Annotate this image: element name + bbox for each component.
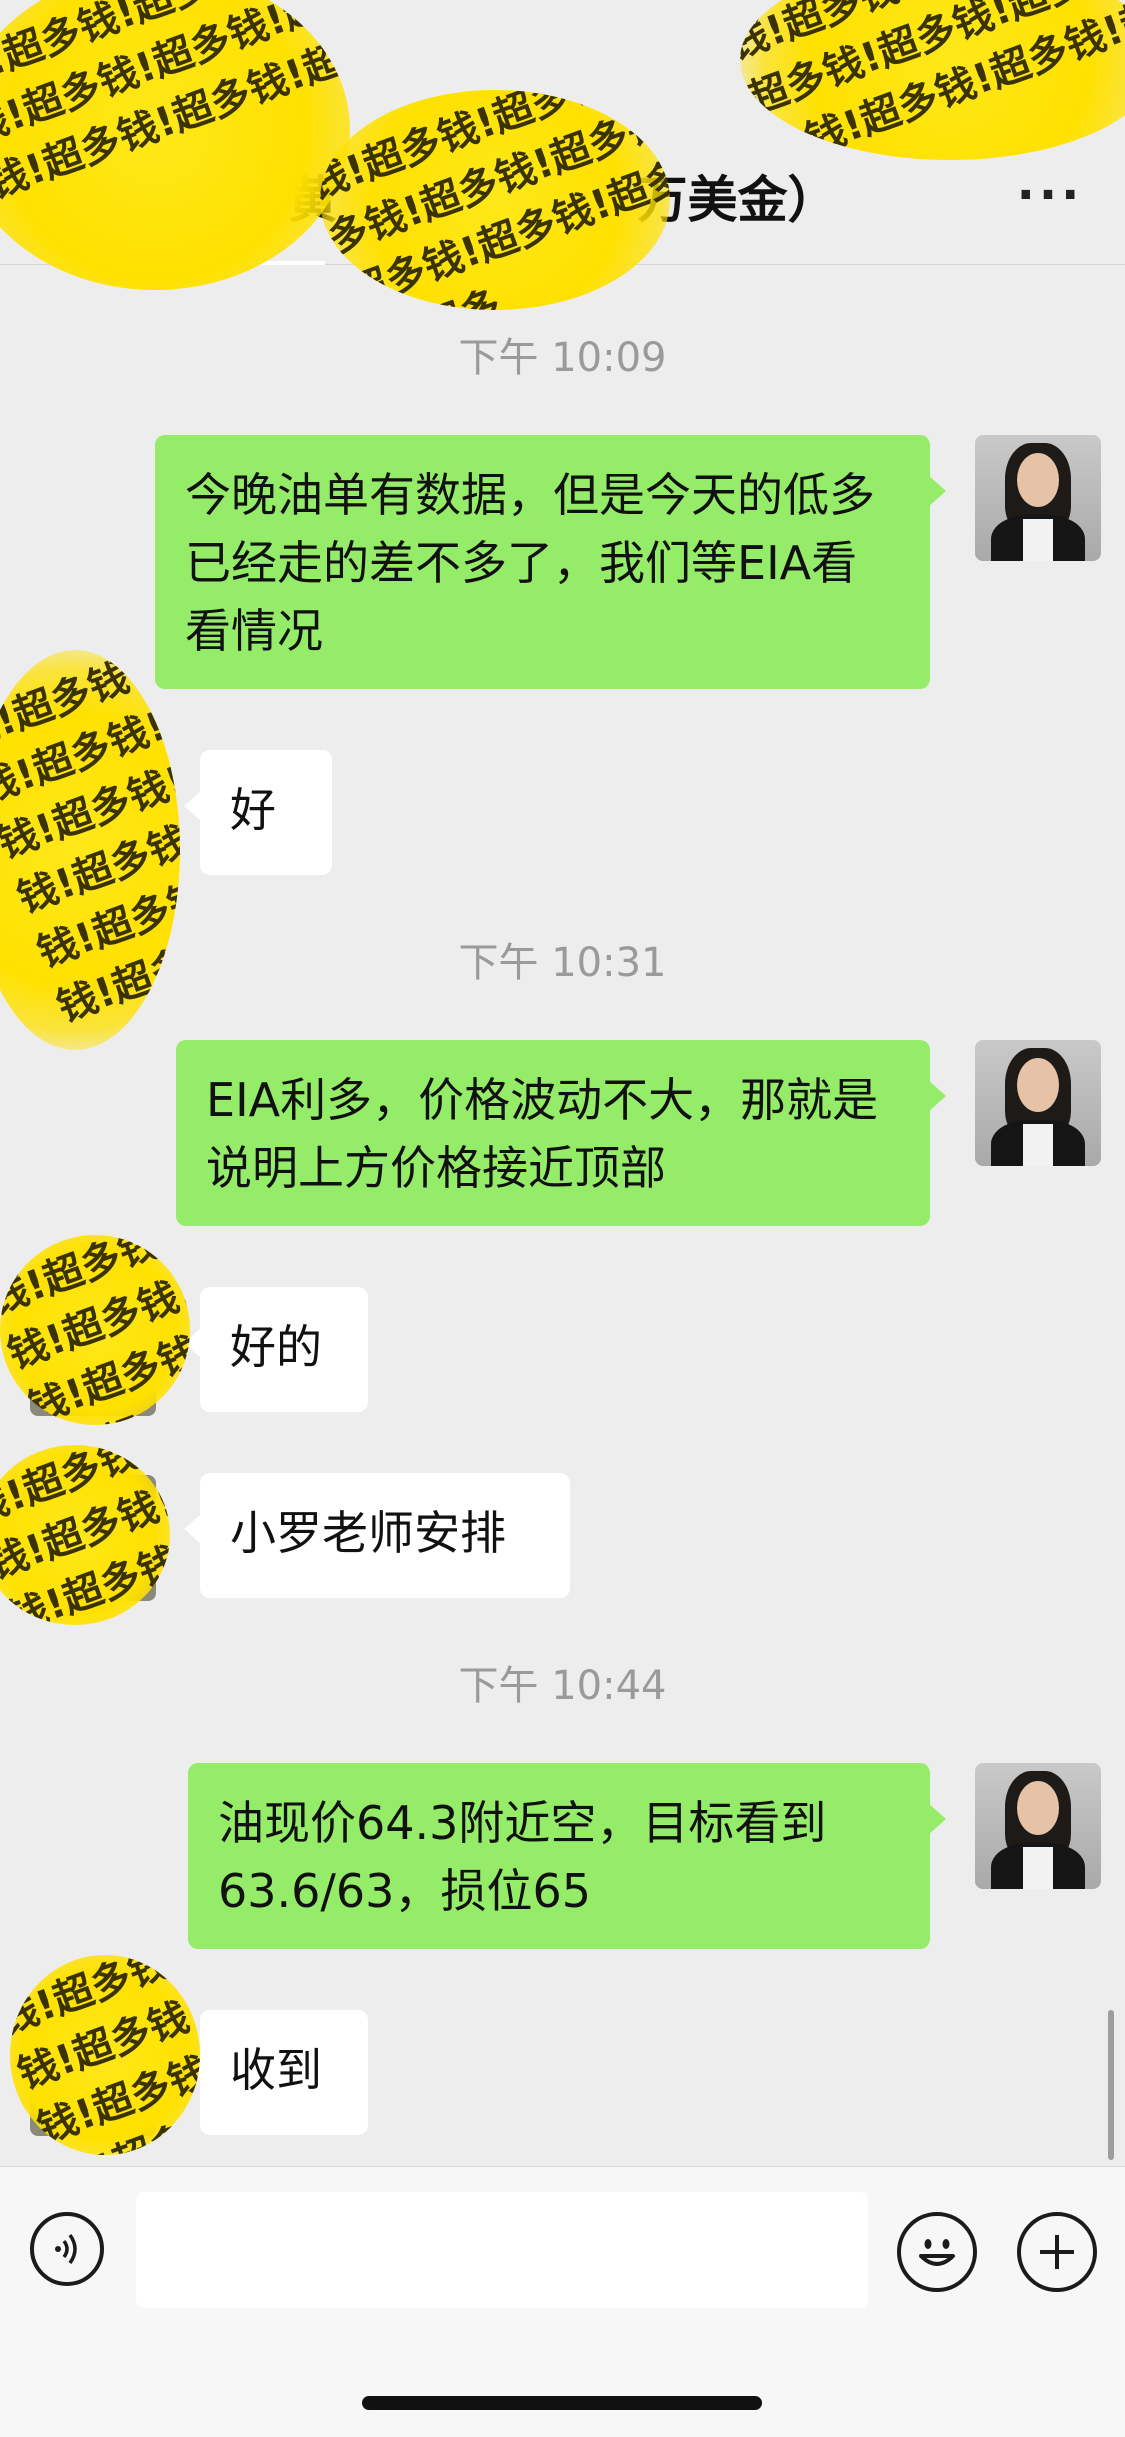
message-input[interactable] bbox=[136, 2192, 868, 2308]
chat-area: 下午 10:09 今晚油单有数据，但是今天的低多已经走的差不多了，我们等EIA看… bbox=[0, 265, 1125, 2165]
timestamp: 下午 10:09 bbox=[458, 335, 667, 381]
plus-button[interactable] bbox=[1017, 2212, 1097, 2292]
scrollbar[interactable] bbox=[1108, 2010, 1114, 2160]
timestamp: 下午 10:44 bbox=[458, 1663, 667, 1709]
avatar[interactable] bbox=[975, 1040, 1101, 1166]
sticker-top-right: 钱!超多钱!超多钱!超多钱!超多钱!超多钱!超多钱!超多钱!超多钱!超多钱!超多… bbox=[740, 0, 1125, 160]
sticker-left-4: 钱!超多钱!超多钱!超多钱!超多钱!超多钱!超多钱!超多钱!超多钱!超多钱!超多… bbox=[10, 1955, 200, 2155]
message-bubble-sent[interactable]: 今晚油单有数据，但是今天的低多已经走的差不多了，我们等EIA看看情况 bbox=[155, 435, 946, 689]
sticker-left-2: 钱!超多钱!超多钱!超多钱!超多钱!超多钱!超多钱!超多钱!超多钱!超多钱!超多… bbox=[0, 1235, 190, 1425]
message-bubble-received[interactable]: 好的 bbox=[184, 1287, 368, 1412]
message-bubble-received[interactable]: 收到 bbox=[184, 2010, 368, 2135]
more-button[interactable]: ··· bbox=[1015, 160, 1085, 230]
voice-button[interactable] bbox=[30, 2212, 104, 2286]
avatar[interactable] bbox=[975, 435, 1101, 561]
plus-icon bbox=[1040, 2235, 1074, 2269]
home-indicator[interactable] bbox=[362, 2396, 762, 2410]
emoji-button[interactable] bbox=[897, 2212, 977, 2292]
more-icon: ··· bbox=[1016, 167, 1084, 223]
voice-icon bbox=[55, 2233, 77, 2265]
message-bubble-received[interactable]: 好 bbox=[184, 750, 332, 875]
sticker-left-3: 钱!超多钱!超多钱!超多钱!超多钱!超多钱!超多钱!超多钱!超多钱!超多钱!超多… bbox=[0, 1445, 170, 1625]
avatar[interactable] bbox=[975, 1763, 1101, 1889]
message-bubble-sent[interactable]: 油现价64.3附近空，目标看到63.6/63，损位65 bbox=[188, 1763, 946, 1949]
emoji-icon bbox=[919, 2239, 955, 2266]
sticker-left-1: 钱!超多钱!超多钱!超多钱!超多钱!超多钱!超多钱!超多钱!超多钱!超多钱!超多… bbox=[0, 650, 180, 1050]
message-bubble-sent[interactable]: EIA利多，价格波动不大，那就是说明上方价格接近顶部 bbox=[176, 1040, 946, 1226]
message-bubble-received[interactable]: 小罗老师安排 bbox=[184, 1473, 570, 1598]
